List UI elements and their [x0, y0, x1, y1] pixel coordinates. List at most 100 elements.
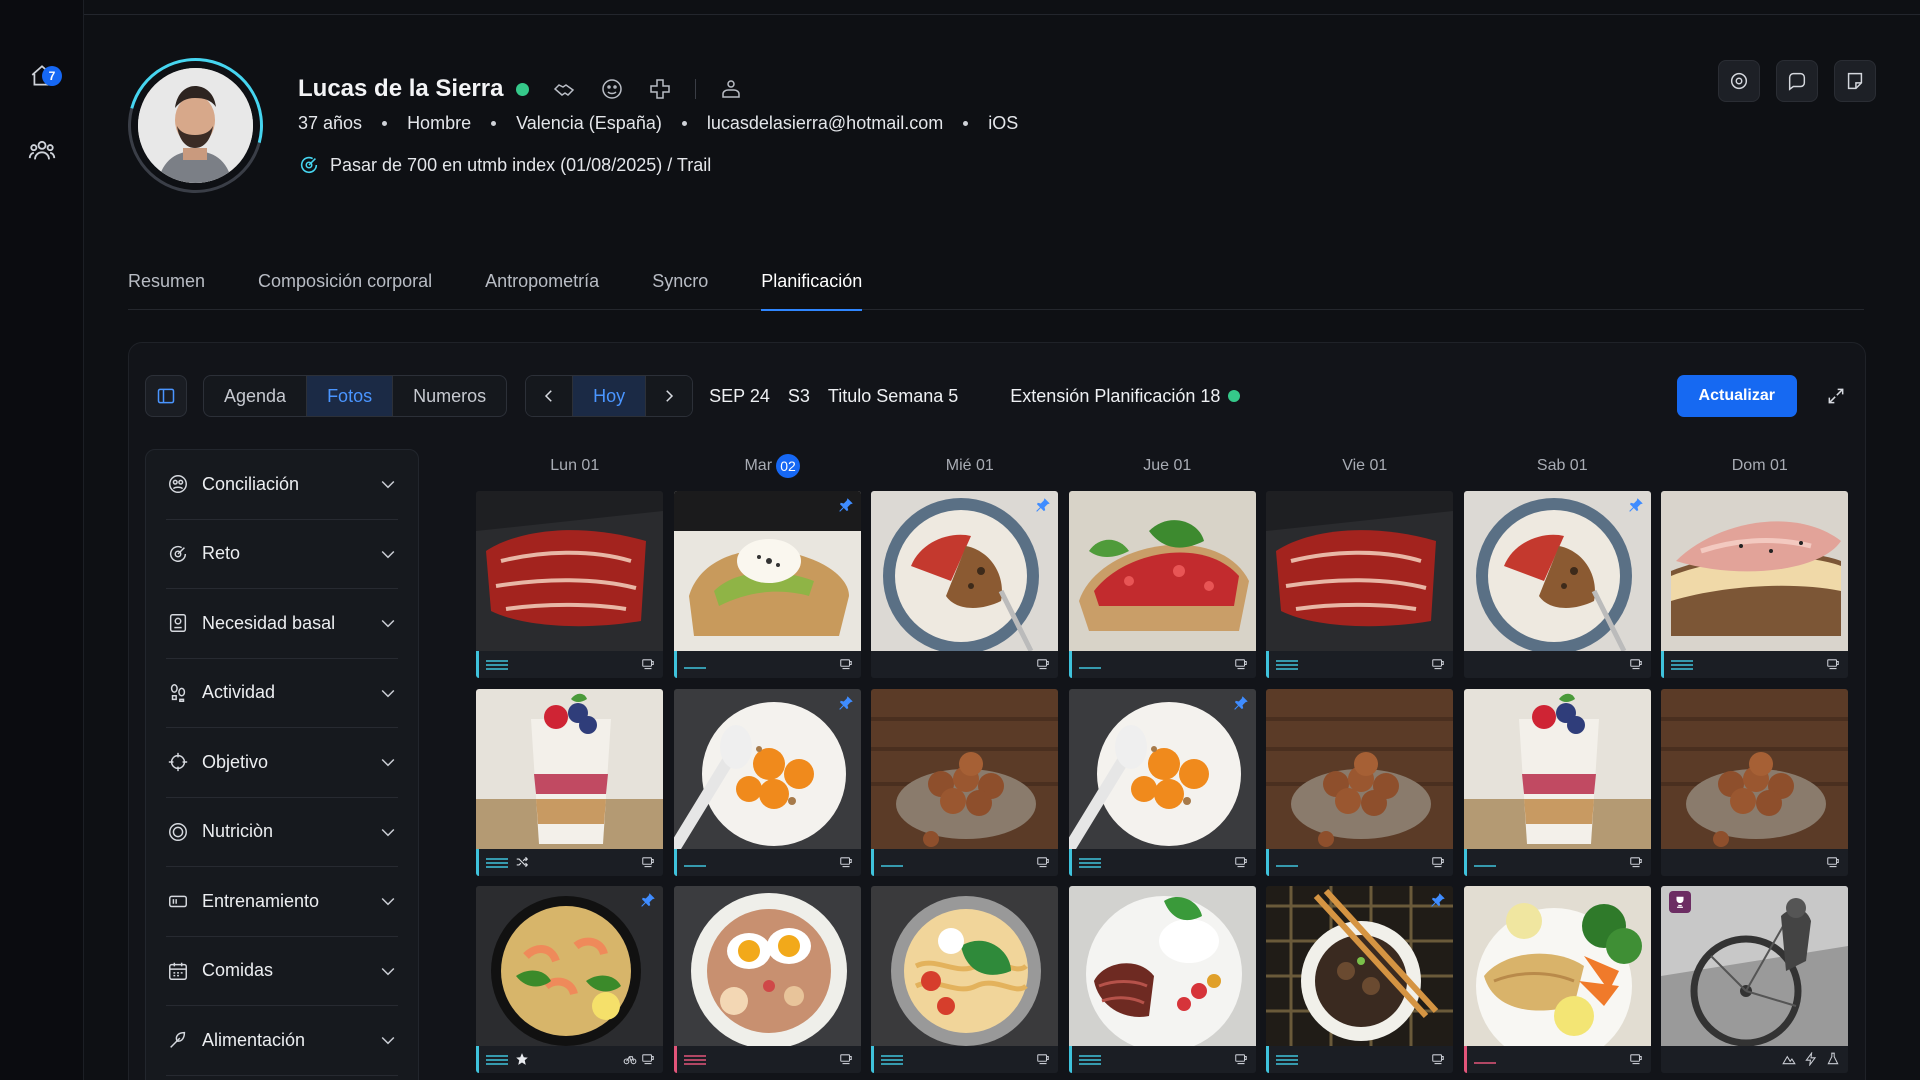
cup-icon[interactable] [1629, 1053, 1643, 1066]
meal-photo-yogurt-parfait[interactable] [476, 688, 663, 876]
sidebar-item-reto[interactable]: Reto [166, 520, 398, 589]
menu-lines-icon[interactable] [1078, 1055, 1101, 1065]
notes-button[interactable] [1834, 60, 1876, 102]
add-button[interactable] [647, 76, 673, 102]
sidebar-item-objetivo[interactable]: Objetivo [166, 728, 398, 798]
cup-icon[interactable] [1431, 658, 1445, 671]
single-line-icon[interactable] [683, 660, 706, 670]
chat-button[interactable] [1718, 60, 1760, 102]
cup-icon[interactable] [1629, 658, 1643, 671]
tab-antropometria[interactable]: Antropometría [485, 268, 599, 310]
cup-icon[interactable] [1826, 658, 1840, 671]
meal-photo-ramen[interactable] [1266, 886, 1453, 1073]
menu-lines-icon[interactable] [1078, 857, 1101, 868]
handshake-button[interactable] [551, 76, 577, 102]
meal-photo-granola-bowl[interactable] [1463, 491, 1651, 678]
cup-icon[interactable] [1826, 856, 1840, 869]
meal-photo-fish-veg[interactable] [1463, 886, 1651, 1073]
meal-photo-ham-sandwich[interactable] [1661, 491, 1848, 678]
single-line-icon[interactable] [1473, 858, 1496, 868]
menu-lines-icon[interactable] [486, 660, 508, 670]
sidebar-item-entrenamiento[interactable]: Entrenamiento [166, 867, 398, 937]
meal-photo-hazelnuts[interactable] [1661, 688, 1848, 876]
single-line-icon[interactable] [1473, 1055, 1496, 1065]
menu-lines-icon[interactable] [1276, 660, 1298, 670]
tab-resumen[interactable]: Resumen [128, 268, 205, 310]
update-button[interactable]: Actualizar [1676, 375, 1797, 417]
tab-composicion-corporal[interactable]: Composición corporal [258, 268, 432, 310]
cup-icon[interactable] [641, 856, 655, 869]
view-numeros[interactable]: Numeros [393, 376, 506, 416]
star-icon[interactable] [515, 1052, 529, 1066]
next-week-button[interactable] [646, 376, 693, 416]
meal-photo-hazelnuts[interactable] [1266, 688, 1453, 876]
shuffle-icon[interactable] [515, 855, 529, 869]
meal-photo-yogurt-parfait[interactable] [1463, 688, 1651, 876]
meal-photo-jamon[interactable] [1266, 491, 1453, 678]
sidebar-item-nutricion[interactable]: Nutriciòn [166, 798, 398, 867]
menu-lines-icon[interactable] [1671, 660, 1693, 670]
prev-week-button[interactable] [526, 376, 573, 416]
view-agenda[interactable]: Agenda [204, 376, 308, 416]
meal-photo-tomato-toast[interactable] [1068, 491, 1256, 678]
avatar[interactable] [138, 68, 253, 183]
single-line-icon[interactable] [1276, 858, 1298, 868]
meal-photo-jamon[interactable] [476, 491, 663, 678]
sidebar-item-alimentacion[interactable]: Alimentación [166, 1006, 398, 1076]
meal-photo-orange-plate[interactable] [673, 688, 861, 876]
meal-photo-cycling-photo[interactable] [1661, 886, 1848, 1073]
single-line-icon[interactable] [1078, 660, 1101, 670]
menu-lines-icon[interactable] [486, 1055, 508, 1065]
single-line-icon[interactable] [683, 858, 706, 868]
menu-lines-icon[interactable] [1276, 1055, 1298, 1065]
menu-lines-icon[interactable] [683, 1055, 706, 1065]
cup-icon[interactable] [641, 1053, 655, 1066]
cup-icon[interactable] [839, 1053, 853, 1066]
today-button[interactable]: Hoy [572, 376, 647, 416]
sidebar-item-necesidad-basal[interactable]: Necesidad basal [166, 589, 398, 659]
pin-icon[interactable] [837, 496, 855, 514]
cup-icon[interactable] [1036, 658, 1050, 671]
meal-photo-shrimp-pasta[interactable] [476, 886, 663, 1073]
cup-icon[interactable] [1234, 1053, 1248, 1066]
tab-planificacion[interactable]: Planificación [761, 268, 863, 311]
cup-icon[interactable] [1431, 856, 1445, 869]
view-fotos[interactable]: Fotos [307, 376, 394, 416]
pin-icon[interactable] [1627, 496, 1645, 514]
client-email[interactable]: lucasdelasierra@hotmail.com [707, 113, 943, 134]
meal-photo-orange-plate[interactable] [1068, 688, 1256, 876]
pin-icon[interactable] [639, 891, 657, 909]
menu-lines-icon[interactable] [486, 857, 508, 868]
cup-icon[interactable] [1431, 1053, 1445, 1066]
tab-syncro[interactable]: Syncro [652, 268, 708, 310]
meal-photo-hazelnuts[interactable] [871, 688, 1058, 876]
sidebar-toggle-button[interactable] [145, 375, 187, 417]
face-scan-button[interactable] [599, 76, 625, 102]
clients-nav-button[interactable] [22, 130, 62, 170]
single-line-icon[interactable] [881, 858, 903, 868]
cup-icon[interactable] [1234, 856, 1248, 869]
pin-icon[interactable] [837, 694, 855, 712]
pin-icon[interactable] [1034, 496, 1052, 514]
cup-icon[interactable] [1234, 658, 1248, 671]
meal-photo-granola-bowl[interactable] [871, 491, 1058, 678]
meal-photo-spaghetti[interactable] [871, 886, 1058, 1073]
pin-icon[interactable] [1232, 694, 1250, 712]
cup-icon[interactable] [1036, 856, 1050, 869]
sidebar-item-conciliacion[interactable]: Conciliación [166, 450, 398, 520]
menu-lines-icon[interactable] [881, 1055, 903, 1065]
meal-photo-steak-rice[interactable] [1068, 886, 1256, 1073]
home-nav-button[interactable]: 7 [22, 56, 62, 96]
pin-icon[interactable] [1429, 891, 1447, 909]
meal-photo-egg-stew[interactable] [673, 886, 861, 1073]
cup-icon[interactable] [839, 658, 853, 671]
cup-icon[interactable] [1629, 856, 1643, 869]
week-title[interactable]: Titulo Semana 5 [828, 386, 958, 407]
cup-icon[interactable] [1036, 1053, 1050, 1066]
sidebar-item-actividad[interactable]: Actividad [166, 659, 398, 728]
cup-icon[interactable] [641, 658, 655, 671]
meal-photo-avocado-toast[interactable] [673, 491, 861, 678]
messages-button[interactable] [1776, 60, 1818, 102]
cup-icon[interactable] [839, 856, 853, 869]
profile-share-button[interactable] [718, 76, 744, 102]
